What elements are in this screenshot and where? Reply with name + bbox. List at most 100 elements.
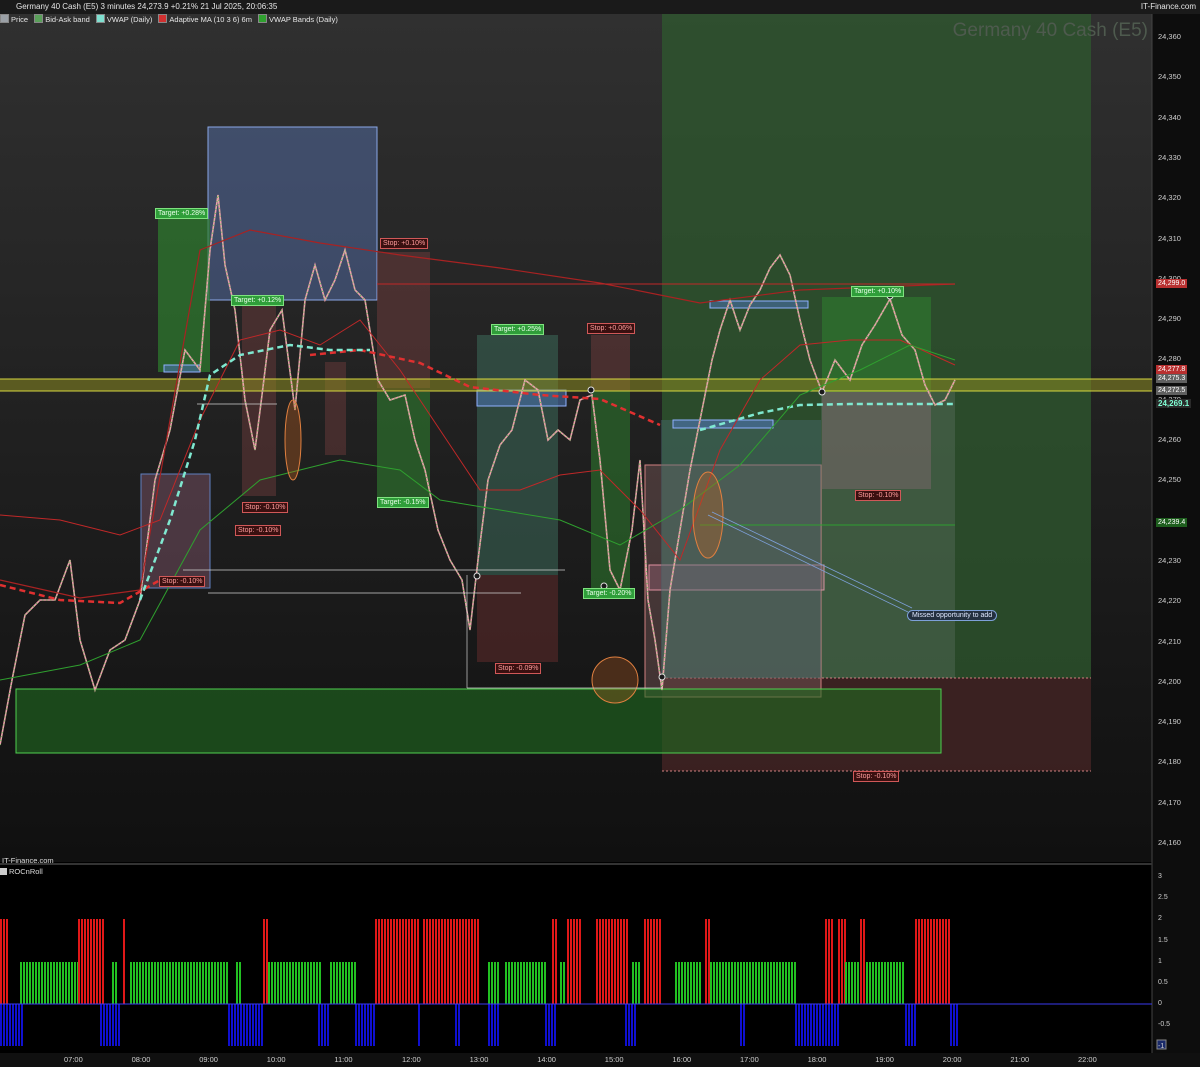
roc-bar	[68, 962, 70, 1004]
stop-label: Stop: -0.10%	[855, 490, 902, 501]
time-tick: 20:00	[942, 1055, 962, 1064]
trade-box	[661, 420, 821, 678]
roc-bar-negative	[364, 1004, 366, 1046]
target-label: Target: -0.15%	[377, 497, 429, 508]
roc-bar	[453, 919, 455, 1004]
roc-bar	[875, 962, 877, 1004]
roc-bar	[505, 962, 507, 1004]
chart-canvas[interactable]	[0, 0, 1200, 1067]
roc-bar-negative	[801, 1004, 803, 1046]
roc-bar	[696, 962, 698, 1004]
target-label: Target: +0.25%	[491, 324, 545, 335]
roc-bar	[96, 919, 98, 1004]
legend-vwap-bands[interactable]: VWAP Bands (Daily)	[258, 14, 338, 26]
roc-bar-negative	[798, 1004, 800, 1046]
chart-title-bar: Germany 40 Cash (E5) 3 minutes 24,273.9 …	[0, 0, 1200, 14]
roc-bar-negative	[252, 1004, 254, 1046]
roc-bar	[462, 919, 464, 1004]
roc-bar	[532, 962, 534, 1004]
roc-bar-negative	[822, 1004, 824, 1046]
roc-bar	[785, 962, 787, 1004]
legend-vwap[interactable]: VWAP (Daily)	[95, 14, 152, 26]
roc-bar-negative	[494, 1004, 496, 1046]
price-tick: 24,350	[1158, 72, 1181, 82]
missed-opportunity-annotation[interactable]: Missed opportunity to add	[907, 610, 998, 621]
roc-bar-negative	[318, 1004, 320, 1046]
roc-bar-negative	[15, 1004, 17, 1046]
roc-bar	[99, 919, 101, 1004]
roc-bar-negative	[370, 1004, 372, 1046]
axis-background	[1152, 14, 1200, 1067]
roc-bar-negative	[118, 1004, 120, 1046]
indicator-panel-legend[interactable]: ROCnRoll	[0, 867, 43, 876]
roc-bar	[277, 962, 279, 1004]
roc-bar	[791, 962, 793, 1004]
roc-bar	[112, 962, 114, 1004]
roc-bar	[514, 962, 516, 1004]
roc-bar	[623, 919, 625, 1004]
roc-bar	[626, 919, 628, 1004]
site-name: IT-Finance.com	[1140, 2, 1196, 11]
roc-bar	[526, 962, 528, 1004]
roc-bar	[899, 962, 901, 1004]
legend-adaptive-ma[interactable]: Adaptive MA (10 3 6) 6m	[158, 14, 252, 26]
roc-bar	[20, 962, 22, 1004]
roc-bar	[740, 962, 742, 1004]
price-tick: 24,290	[1158, 314, 1181, 324]
roc-bar	[432, 919, 434, 1004]
roc-bar	[656, 919, 658, 1004]
roc-bar	[390, 919, 392, 1004]
roc-bar-negative	[21, 1004, 23, 1046]
legend-price[interactable]: Price	[0, 14, 28, 26]
roc-bar-negative	[956, 1004, 958, 1046]
roc-bar	[752, 962, 754, 1004]
roc-bar	[84, 919, 86, 1004]
roc-bar-negative	[115, 1004, 117, 1046]
roc-bar-negative	[825, 1004, 827, 1046]
roc-bar-negative	[911, 1004, 913, 1046]
roc-bar	[65, 962, 67, 1004]
trade-box	[591, 391, 630, 588]
stop-label: Stop: -0.09%	[495, 663, 542, 674]
price-tag: 24,275.3	[1156, 374, 1188, 383]
roc-bar	[32, 962, 34, 1004]
roc-bar	[336, 962, 338, 1004]
roc-bar	[770, 962, 772, 1004]
roc-bar	[62, 962, 64, 1004]
roc-bar	[136, 962, 138, 1004]
roc-bar	[884, 962, 886, 1004]
roc-bar	[354, 962, 356, 1004]
roc-bar	[825, 919, 827, 1004]
roc-bar	[722, 962, 724, 1004]
roc-bar	[563, 962, 565, 1004]
roc-bar-negative	[740, 1004, 742, 1046]
price-tag: 24,277.8	[1156, 365, 1188, 374]
roc-bar	[211, 962, 213, 1004]
roc-bar-negative	[497, 1004, 499, 1046]
roc-bar	[148, 962, 150, 1004]
roc-bar	[90, 919, 92, 1004]
roc-bar	[705, 919, 707, 1004]
roc-bar	[893, 962, 895, 1004]
legend-bid-ask-band[interactable]: Bid-Ask band	[34, 14, 90, 26]
roc-bar	[611, 919, 613, 1004]
support-zone	[15, 688, 942, 754]
roc-bar	[345, 962, 347, 1004]
roc-bar	[74, 962, 76, 1004]
roc-bar	[567, 919, 569, 1004]
roc-bar-negative	[908, 1004, 910, 1046]
roc-bar-negative	[491, 1004, 493, 1046]
roc-bar	[728, 962, 730, 1004]
roc-bar	[339, 962, 341, 1004]
trade-box	[325, 362, 346, 455]
roc-bar	[602, 919, 604, 1004]
roc-bar	[93, 919, 95, 1004]
roc-bar	[541, 962, 543, 1004]
roc-bar	[788, 962, 790, 1004]
roc-bar	[918, 919, 920, 1004]
roc-bar-negative	[625, 1004, 627, 1046]
time-tick: 10:00	[266, 1055, 286, 1064]
roc-bar	[78, 919, 80, 1004]
roc-bar	[599, 919, 601, 1004]
price-tick: 24,260	[1158, 435, 1181, 444]
